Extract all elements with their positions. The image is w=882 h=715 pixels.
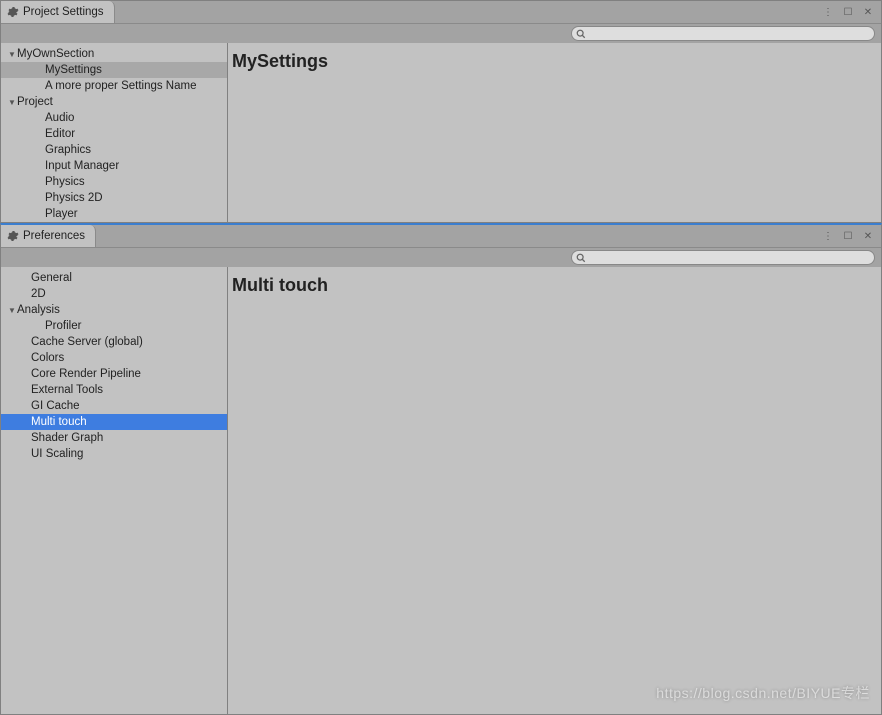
tree-item[interactable]: General xyxy=(1,270,227,286)
project-settings-panel: Project Settings ⋮ ☐ ✕ ▼MyOwnSectionMySe… xyxy=(0,0,882,223)
settings-tree: ▼MyOwnSectionMySettingsA more proper Set… xyxy=(1,43,228,222)
tree-item[interactable]: Player xyxy=(1,206,227,222)
panel-body: ▼MyOwnSectionMySettingsA more proper Set… xyxy=(1,43,881,222)
tree-item-label: 2D xyxy=(31,288,46,300)
tree-item-label: Physics 2D xyxy=(45,192,103,204)
page-title: MySettings xyxy=(232,51,877,72)
panel-header-controls: ⋮ ☐ ✕ xyxy=(821,225,881,247)
chevron-down-icon[interactable]: ▼ xyxy=(7,306,17,315)
tree-item[interactable]: Audio xyxy=(1,110,227,126)
tree-item-label: General xyxy=(31,272,72,284)
tree-item-label: Input Manager xyxy=(45,160,119,172)
search-input[interactable] xyxy=(586,28,870,40)
tree-item[interactable]: Colors xyxy=(1,350,227,366)
tree-item[interactable]: A more proper Settings Name xyxy=(1,78,227,94)
tree-item-label: Audio xyxy=(45,112,74,124)
tree-item[interactable]: External Tools xyxy=(1,382,227,398)
search-input[interactable] xyxy=(586,252,870,264)
search-icon xyxy=(576,29,586,39)
tree-item[interactable]: ▼MyOwnSection xyxy=(1,46,227,62)
panel-menu-button[interactable]: ⋮ xyxy=(821,5,835,19)
tree-item[interactable]: Physics 2D xyxy=(1,190,227,206)
tree-item[interactable]: Core Render Pipeline xyxy=(1,366,227,382)
tree-item-label: Project xyxy=(17,96,53,108)
panel-maximize-button[interactable]: ☐ xyxy=(841,5,855,19)
tree-item[interactable]: Physics xyxy=(1,174,227,190)
tree-item[interactable]: ▼Analysis xyxy=(1,302,227,318)
tree-item[interactable]: MySettings xyxy=(1,62,227,78)
tree-item-label: Graphics xyxy=(45,144,91,156)
tree-item-label: MyOwnSection xyxy=(17,48,94,60)
tree-item-label: Multi touch xyxy=(31,416,87,428)
tree-item-label: Editor xyxy=(45,128,75,140)
tree-item-label: External Tools xyxy=(31,384,103,396)
tree-item[interactable]: ▼Project xyxy=(1,94,227,110)
tree-item-label: A more proper Settings Name xyxy=(45,80,197,92)
chevron-down-icon[interactable]: ▼ xyxy=(7,50,17,59)
tab-label: Project Settings xyxy=(23,6,104,18)
tree-item[interactable]: Profiler xyxy=(1,318,227,334)
chevron-down-icon[interactable]: ▼ xyxy=(7,98,17,107)
tree-item-label: Shader Graph xyxy=(31,432,103,444)
search-box[interactable] xyxy=(571,250,875,265)
tab-label: Preferences xyxy=(23,230,85,242)
preferences-panel: Preferences ⋮ ☐ ✕ General 2D ▼Analysis Prof… xyxy=(0,223,882,715)
tree-item-label: Colors xyxy=(31,352,64,364)
tree-item-label: MySettings xyxy=(45,64,102,76)
tree-item[interactable]: Multi touch xyxy=(1,414,227,430)
tree-item-label: Player xyxy=(45,208,78,220)
panel-maximize-button[interactable]: ☐ xyxy=(841,229,855,243)
panel-body: General 2D ▼Analysis Profiler Cache Server (… xyxy=(1,267,881,714)
tree-item[interactable]: Input Manager xyxy=(1,158,227,174)
gear-icon xyxy=(7,6,19,18)
search-row xyxy=(1,23,881,43)
tab-bar: Preferences ⋮ ☐ ✕ xyxy=(1,225,881,247)
search-row xyxy=(1,247,881,267)
panel-close-button[interactable]: ✕ xyxy=(861,5,875,19)
page-title: Multi touch xyxy=(232,275,877,296)
panel-header-controls: ⋮ ☐ ✕ xyxy=(821,1,881,23)
search-icon xyxy=(576,253,586,263)
tree-item-label: Physics xyxy=(45,176,85,188)
tree-item-label: UI Scaling xyxy=(31,448,83,460)
tree-item[interactable]: Cache Server (global) xyxy=(1,334,227,350)
tree-item-label: Cache Server (global) xyxy=(31,336,143,348)
tab-preferences[interactable]: Preferences xyxy=(1,225,96,247)
search-box[interactable] xyxy=(571,26,875,41)
tree-item[interactable]: GI Cache xyxy=(1,398,227,414)
tree-item-label: GI Cache xyxy=(31,400,80,412)
tree-item-label: Analysis xyxy=(17,304,60,316)
tree-item[interactable]: Shader Graph xyxy=(1,430,227,446)
panel-menu-button[interactable]: ⋮ xyxy=(821,229,835,243)
gear-icon xyxy=(7,230,19,242)
panel-close-button[interactable]: ✕ xyxy=(861,229,875,243)
tree-item[interactable]: Editor xyxy=(1,126,227,142)
settings-content: MySettings xyxy=(228,43,881,222)
tree-item[interactable]: 2D xyxy=(1,286,227,302)
tree-item[interactable]: Graphics xyxy=(1,142,227,158)
tree-item[interactable]: UI Scaling xyxy=(1,446,227,462)
tree-item-label: Core Render Pipeline xyxy=(31,368,141,380)
preferences-tree: General 2D ▼Analysis Profiler Cache Server (… xyxy=(1,267,228,714)
tab-bar: Project Settings ⋮ ☐ ✕ xyxy=(1,1,881,23)
tab-project-settings[interactable]: Project Settings xyxy=(1,1,115,23)
preferences-content: Multi touch xyxy=(228,267,881,714)
tree-item-label: Profiler xyxy=(45,320,81,332)
